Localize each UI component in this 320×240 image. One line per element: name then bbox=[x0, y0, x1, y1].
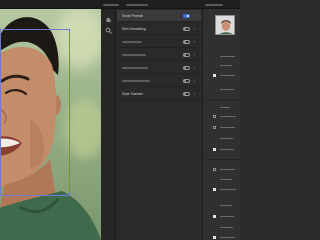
slider-track[interactable] bbox=[220, 227, 233, 228]
checkbox[interactable] bbox=[213, 168, 216, 171]
image-canvas[interactable] bbox=[0, 9, 101, 240]
tool-strip bbox=[101, 9, 116, 240]
filter-toggle[interactable] bbox=[183, 79, 190, 83]
filter-label-placeholder bbox=[122, 41, 142, 43]
filter-toggle[interactable] bbox=[183, 14, 190, 18]
property-checkbox-row[interactable] bbox=[203, 214, 241, 220]
toggle-knob bbox=[184, 41, 186, 43]
slider-track[interactable] bbox=[220, 179, 232, 180]
checkbox[interactable] bbox=[213, 148, 216, 151]
filter-label: Style Transfer bbox=[122, 92, 143, 96]
toggle-knob bbox=[184, 93, 186, 95]
property-checkbox-row[interactable] bbox=[203, 235, 241, 240]
top-bar-placeholder bbox=[205, 4, 223, 6]
toggle-knob bbox=[184, 67, 186, 69]
property-label-placeholder bbox=[220, 116, 236, 117]
slider-track[interactable] bbox=[220, 89, 234, 90]
filter-toggle[interactable] bbox=[183, 27, 190, 31]
chevron-right-icon: › bbox=[194, 65, 196, 70]
chevron-right-icon: › bbox=[194, 91, 196, 96]
property-checkbox-row[interactable] bbox=[203, 167, 241, 173]
face-detection-box[interactable] bbox=[0, 29, 70, 196]
filter-toggle[interactable] bbox=[183, 40, 190, 44]
hand-icon[interactable] bbox=[105, 16, 112, 23]
property-checkbox-row[interactable] bbox=[203, 125, 241, 131]
property-slider-row[interactable] bbox=[203, 87, 241, 93]
filter-row[interactable]: › bbox=[117, 36, 201, 48]
filter-label: Smart Portrait bbox=[122, 14, 143, 18]
slider-track[interactable] bbox=[220, 56, 235, 57]
toggle-knob bbox=[184, 54, 186, 56]
property-label-placeholder bbox=[220, 169, 235, 170]
property-slider-row[interactable] bbox=[203, 177, 241, 183]
property-checkbox-row[interactable] bbox=[203, 187, 241, 193]
filter-row-skin-smoothing[interactable]: Skin Smoothing › bbox=[117, 23, 201, 35]
filter-label-placeholder bbox=[122, 67, 148, 69]
property-slider-row[interactable] bbox=[203, 203, 241, 209]
filter-label-placeholder bbox=[122, 54, 146, 56]
toggle-knob bbox=[184, 28, 186, 30]
filter-list: Smart Portrait › Skin Smoothing › › › › … bbox=[116, 9, 202, 240]
portrait-thumbnail bbox=[215, 15, 235, 35]
checkbox[interactable] bbox=[213, 115, 216, 118]
property-checkbox-row[interactable] bbox=[203, 147, 241, 153]
property-slider-row[interactable] bbox=[203, 225, 241, 231]
filter-label-placeholder bbox=[122, 80, 150, 82]
filter-toggle[interactable] bbox=[183, 66, 190, 70]
slider-track[interactable] bbox=[220, 65, 232, 66]
top-bar-placeholder bbox=[103, 4, 119, 6]
filter-row[interactable]: › bbox=[117, 49, 201, 61]
filter-toggle[interactable] bbox=[183, 53, 190, 57]
checkbox[interactable] bbox=[213, 126, 216, 129]
filter-row[interactable]: › bbox=[117, 62, 201, 74]
slider-track[interactable] bbox=[220, 138, 233, 139]
chevron-right-icon: › bbox=[194, 13, 196, 18]
divider bbox=[205, 99, 241, 100]
property-slider-row[interactable] bbox=[203, 136, 241, 142]
property-checkbox-row[interactable] bbox=[203, 73, 241, 79]
checkbox[interactable] bbox=[213, 215, 216, 218]
properties-panel bbox=[202, 9, 241, 240]
filter-row-smart-portrait[interactable]: Smart Portrait › bbox=[117, 10, 201, 22]
zoom-icon[interactable] bbox=[105, 27, 112, 34]
toggle-knob bbox=[184, 80, 186, 82]
slider-track[interactable] bbox=[220, 107, 230, 108]
divider bbox=[205, 159, 241, 160]
slider-track[interactable] bbox=[220, 205, 232, 206]
chevron-right-icon: › bbox=[194, 52, 196, 57]
property-label-placeholder bbox=[220, 149, 234, 150]
property-slider-row[interactable] bbox=[203, 54, 241, 60]
property-label-placeholder bbox=[220, 216, 234, 217]
checkbox[interactable] bbox=[213, 188, 216, 191]
filter-row[interactable]: › bbox=[117, 75, 201, 87]
filter-toggle[interactable] bbox=[183, 92, 190, 96]
chevron-right-icon: › bbox=[194, 39, 196, 44]
checkbox[interactable] bbox=[213, 236, 216, 239]
property-slider-row[interactable] bbox=[203, 63, 241, 69]
chevron-right-icon: › bbox=[194, 78, 196, 83]
toggle-knob bbox=[187, 15, 189, 17]
checkbox[interactable] bbox=[213, 74, 216, 77]
top-bar-placeholder bbox=[126, 4, 148, 6]
chevron-right-icon: › bbox=[194, 26, 196, 31]
filter-row-style-transfer[interactable]: Style Transfer › bbox=[117, 88, 201, 100]
filter-label: Skin Smoothing bbox=[122, 27, 146, 31]
top-bar bbox=[0, 0, 240, 9]
property-label-placeholder bbox=[220, 189, 236, 190]
property-label-placeholder bbox=[220, 237, 235, 238]
property-slider-row[interactable] bbox=[203, 105, 241, 111]
property-label-placeholder bbox=[220, 75, 235, 76]
property-checkbox-row[interactable] bbox=[203, 114, 241, 120]
property-label-placeholder bbox=[220, 127, 235, 128]
